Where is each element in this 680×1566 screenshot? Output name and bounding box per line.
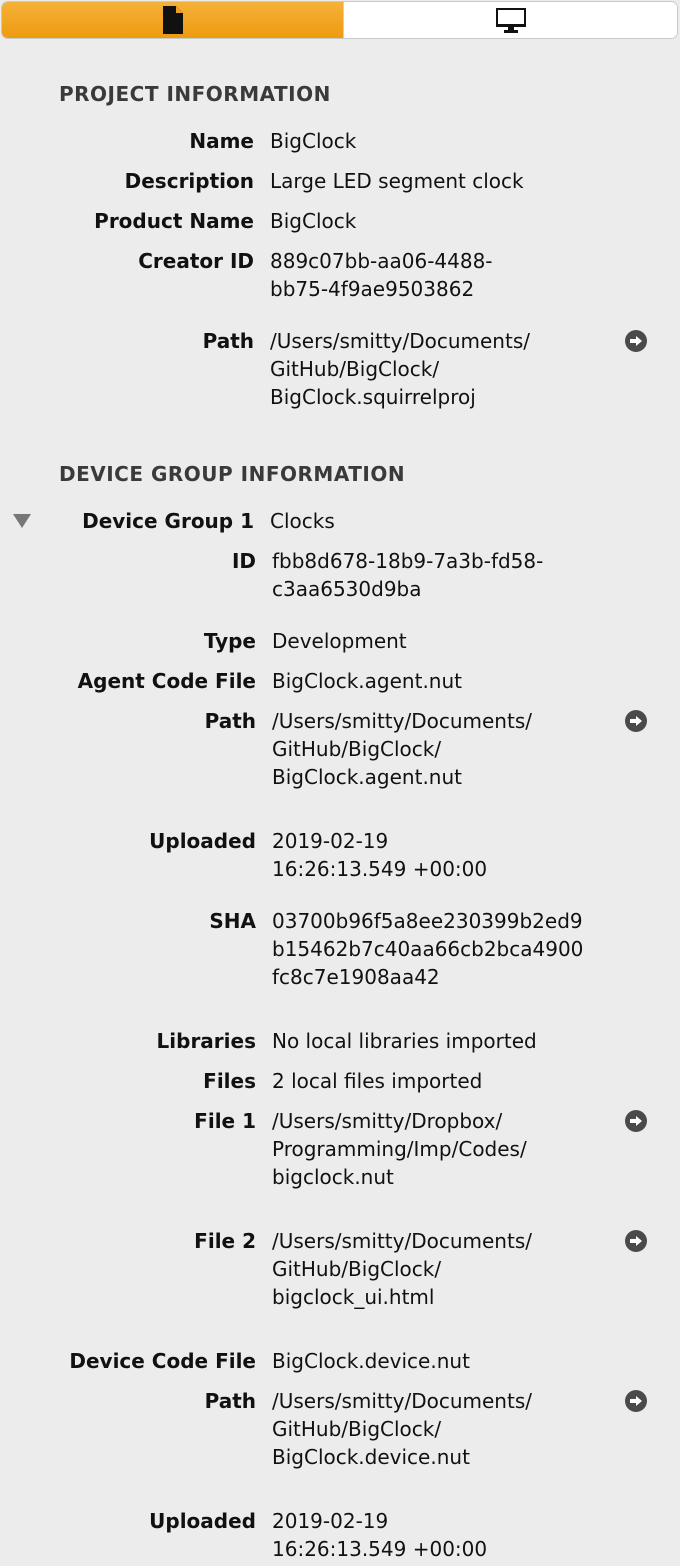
field-value: fc8c7e1908aa42: [272, 965, 440, 989]
tab-device-info[interactable]: [343, 2, 677, 38]
reveal-arrow-icon[interactable]: [625, 1230, 647, 1252]
field-label: Device Group 1: [82, 509, 254, 533]
field-label: Agent Code File: [77, 669, 256, 693]
field-value: fbb8d678-18b9-7a3b-fd58-: [272, 549, 544, 573]
document-icon: [162, 6, 183, 34]
field-value: BigClock: [270, 209, 357, 233]
field-label: Name: [189, 129, 254, 153]
field-label: Product Name: [94, 209, 254, 233]
field-value: Large LED segment clock: [270, 169, 524, 193]
field-value: Programming/Imp/Codes/: [272, 1137, 527, 1161]
field-value: Clocks: [270, 509, 335, 533]
field-value: bb75-4f9ae9503862: [270, 277, 475, 301]
field-label: Path: [204, 709, 256, 733]
field-value: 03700b96f5a8ee230399b2ed9: [272, 909, 583, 933]
field-value: BigClock.agent.nut: [272, 765, 462, 789]
field-value: BigClock: [270, 129, 357, 153]
field-label: SHA: [209, 909, 256, 933]
field-value: No local libraries imported: [272, 1029, 537, 1053]
field-label: File 2: [194, 1229, 256, 1253]
reveal-arrow-icon[interactable]: [625, 1110, 647, 1132]
device-group-section-title: DEVICE GROUP INFORMATION: [59, 462, 406, 486]
field-value: 2019-02-19: [272, 1509, 389, 1533]
field-value: 889c07bb-aa06-4488-: [270, 249, 493, 273]
field-value: Development: [272, 629, 407, 653]
tab-project-info[interactable]: [2, 2, 343, 38]
field-value: BigClock.device.nut: [272, 1349, 470, 1373]
field-value: /Users/smitty/Documents/: [272, 1389, 532, 1413]
field-value: /Users/smitty/Documents/: [272, 709, 532, 733]
project-section-title: PROJECT INFORMATION: [59, 82, 331, 106]
field-value: /Users/smitty/Documents/: [272, 1229, 532, 1253]
field-value: bigclock_ui.html: [272, 1285, 435, 1309]
field-value: GitHub/BigClock/: [272, 737, 442, 761]
field-label: Device Code File: [69, 1349, 256, 1373]
field-value: GitHub/BigClock/: [272, 1417, 442, 1441]
field-value: 2 local files imported: [272, 1069, 483, 1093]
field-value: GitHub/BigClock/: [270, 357, 440, 381]
field-label: Uploaded: [149, 1509, 256, 1533]
field-label: Uploaded: [149, 829, 256, 853]
monitor-icon: [495, 8, 526, 33]
view-segmented-control: [1, 1, 678, 39]
field-label: Files: [203, 1069, 256, 1093]
field-value: c3aa6530d9ba: [272, 577, 422, 601]
field-value: 2019-02-19: [272, 829, 389, 853]
field-label: Creator ID: [138, 249, 254, 273]
field-label: Description: [124, 169, 254, 193]
field-label: Path: [202, 329, 254, 353]
field-value: bigclock.nut: [272, 1165, 394, 1189]
field-value: 16:26:13.549 +00:00: [272, 857, 488, 881]
disclosure-triangle-icon[interactable]: [13, 514, 31, 528]
field-label: Type: [203, 629, 256, 653]
reveal-arrow-icon[interactable]: [625, 710, 647, 732]
field-label: Libraries: [156, 1029, 256, 1053]
field-value: 16:26:13.549 +00:00: [272, 1537, 488, 1561]
field-value: BigClock.device.nut: [272, 1445, 470, 1469]
field-label: ID: [231, 549, 256, 573]
field-label: Path: [204, 1389, 256, 1413]
field-value: /Users/smitty/Documents/: [270, 329, 530, 353]
reveal-arrow-icon[interactable]: [625, 330, 647, 352]
field-value: b15462b7c40aa66cb2bca4900: [272, 937, 584, 961]
reveal-arrow-icon[interactable]: [625, 1390, 647, 1412]
field-label: File 1: [194, 1109, 256, 1133]
field-value: /Users/smitty/Dropbox/: [272, 1109, 503, 1133]
field-value: BigClock.agent.nut: [272, 669, 462, 693]
field-value: GitHub/BigClock/: [272, 1257, 442, 1281]
field-value: BigClock.squirrelproj: [270, 385, 476, 409]
